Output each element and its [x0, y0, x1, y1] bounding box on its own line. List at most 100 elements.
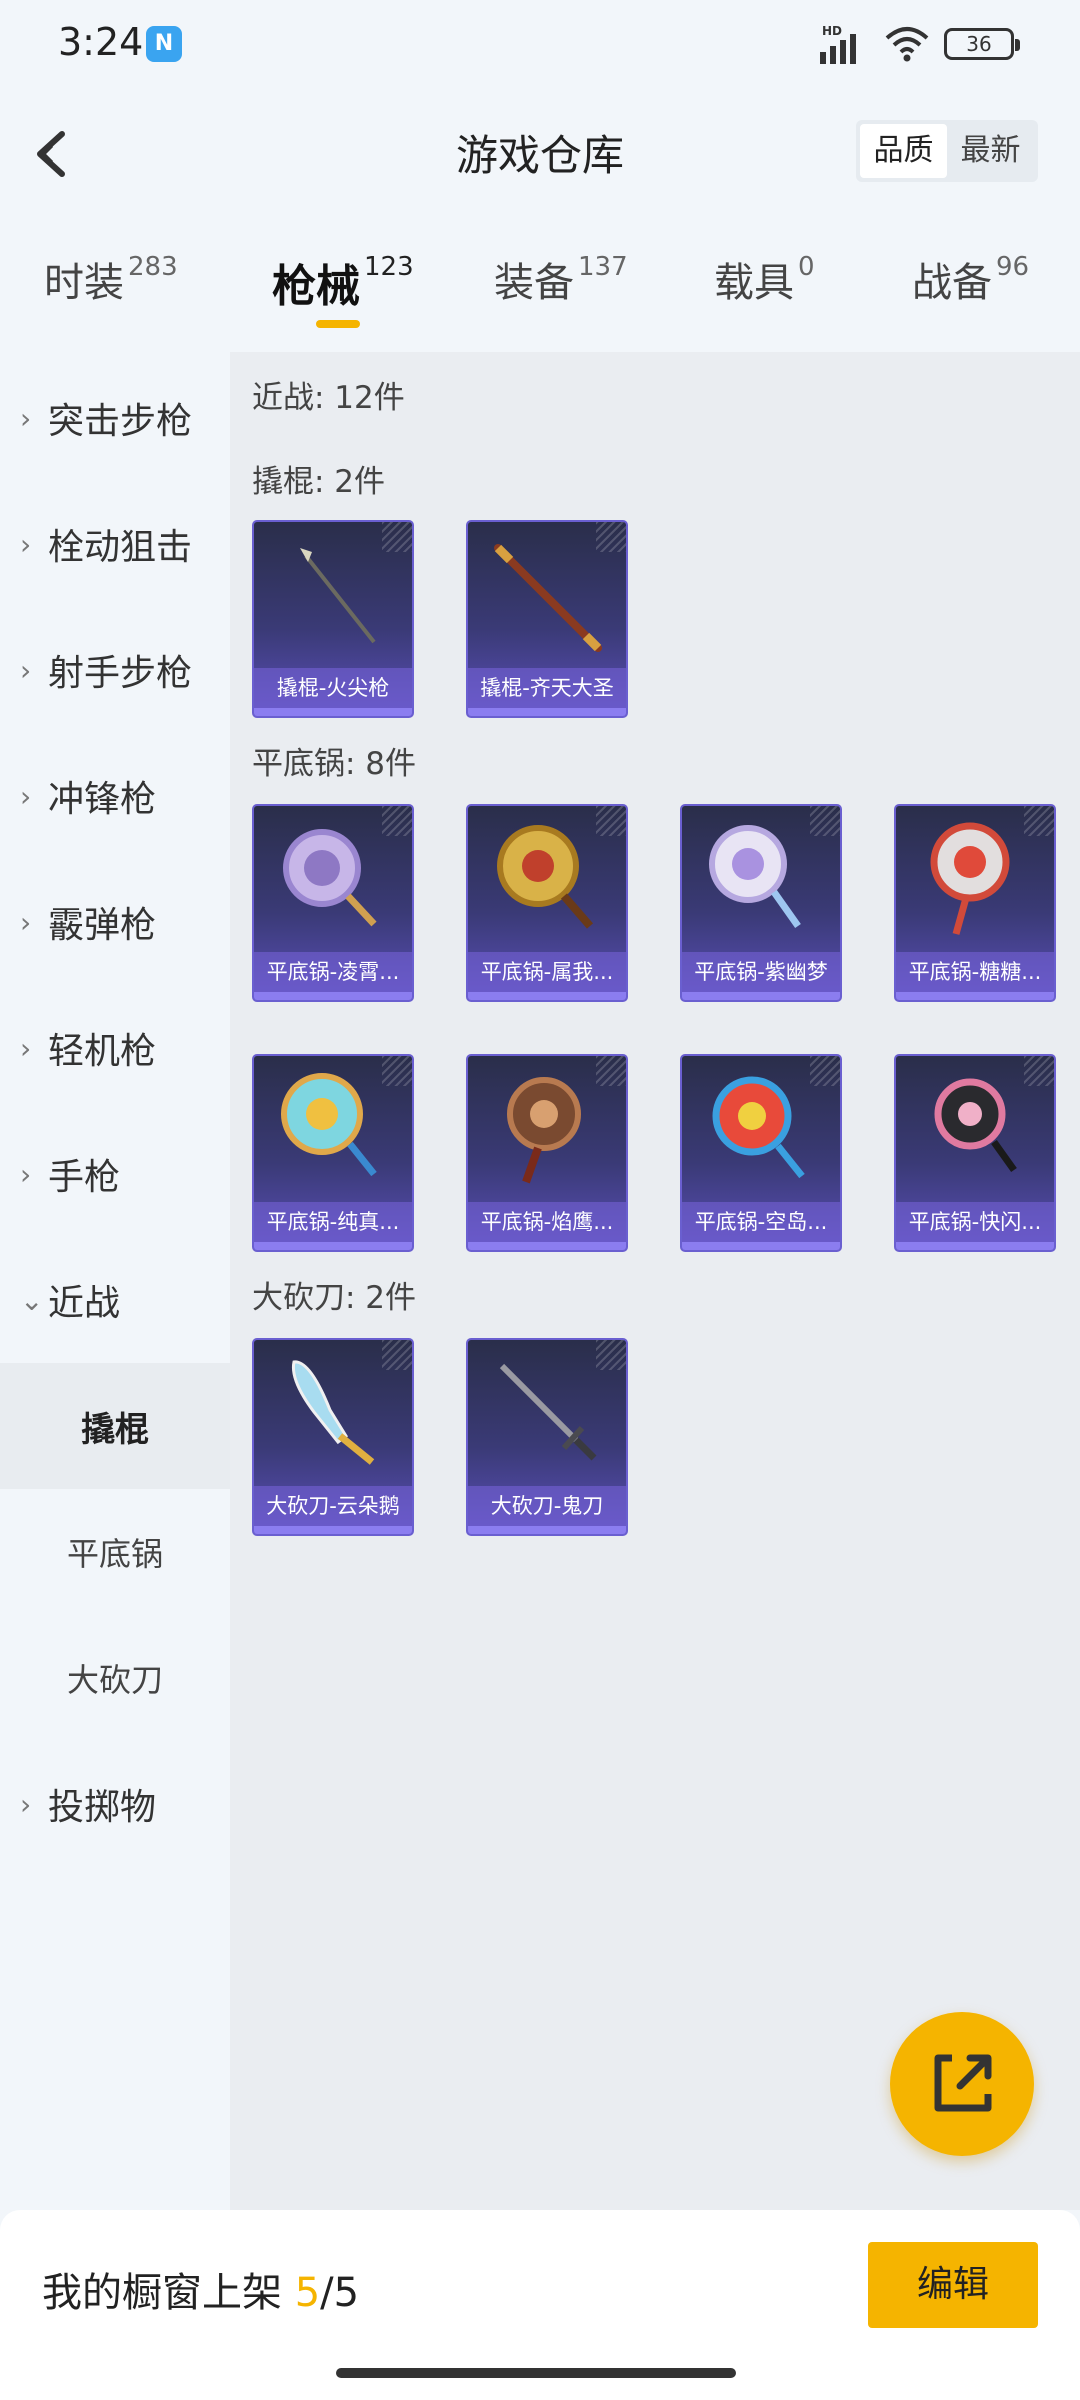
sidebar-sub-machete[interactable]: 大砍刀: [0, 1615, 230, 1741]
chevron-right-icon: ›: [20, 779, 32, 813]
tab-battle-gear[interactable]: 战备 96: [912, 250, 1029, 308]
sidebar-item-label: 手枪: [48, 1157, 121, 1198]
section-header-crowbar: 撬棍: 2件: [252, 464, 386, 500]
sidebar-sub-pan[interactable]: 平底锅: [0, 1489, 230, 1615]
item-card[interactable]: 撬棍-齐天大圣: [466, 520, 628, 718]
rarity-bar: [468, 992, 626, 1000]
chevron-right-icon: ›: [20, 527, 32, 561]
sidebar-item-lmg[interactable]: › 轻机枪: [0, 985, 230, 1111]
item-name: 撬棍-火尖枪: [254, 668, 412, 708]
edit-button[interactable]: 编辑: [868, 2242, 1038, 2328]
item-card[interactable]: 平底锅-空岛...: [680, 1054, 842, 1252]
sort-latest-button[interactable]: 最新: [947, 124, 1034, 178]
item-card[interactable]: 平底锅-紫幽梦: [680, 804, 842, 1002]
item-name: 撬棍-齐天大圣: [468, 668, 626, 708]
sidebar-item-throwables[interactable]: › 投掷物: [0, 1741, 230, 1867]
tab-count: 283: [128, 252, 178, 282]
tab-firearms[interactable]: 枪械 123: [272, 250, 414, 314]
spear-icon: [300, 548, 376, 644]
tab-fashion[interactable]: 时装 283: [44, 250, 178, 308]
item-name: 平底锅-快闪...: [896, 1202, 1054, 1242]
signal-icon: HD: [820, 24, 870, 64]
item-card[interactable]: 平底锅-凌霄...: [252, 804, 414, 1002]
chevron-right-icon: ›: [20, 401, 32, 435]
item-card[interactable]: 平底锅-属我...: [466, 804, 628, 1002]
sidebar-item-label: 突击步枪: [48, 401, 193, 442]
showcase-label: 我的橱窗上架: [42, 2270, 295, 2316]
home-indicator[interactable]: [336, 2368, 736, 2378]
pan-icon: [497, 825, 594, 929]
sidebar-item-melee[interactable]: ⌄ 近战: [0, 1237, 230, 1363]
tab-label: 枪械: [272, 261, 360, 312]
item-name: 平底锅-纯真...: [254, 1202, 412, 1242]
showcase-current-count: 5: [294, 2270, 321, 2316]
staff-icon: [494, 544, 602, 652]
sidebar-item-smg[interactable]: › 冲锋枪: [0, 733, 230, 859]
rarity-bar: [682, 1242, 840, 1250]
rarity-bar: [254, 1242, 412, 1250]
chevron-down-icon: ⌄: [20, 1283, 44, 1317]
tab-count: 0: [798, 252, 815, 282]
sort-quality-button[interactable]: 品质: [860, 124, 947, 178]
sidebar-item-marksman-rifle[interactable]: › 射手步枪: [0, 607, 230, 733]
rarity-bar: [254, 992, 412, 1000]
blade-icon: [291, 1360, 375, 1465]
top-header: 游戏仓库 品质 最新: [0, 100, 1080, 210]
sidebar-item-label: 近战: [48, 1283, 121, 1324]
item-name: 平底锅-紫幽梦: [682, 952, 840, 992]
rarity-bar: [254, 1526, 412, 1534]
external-link-icon: [934, 2054, 992, 2112]
pan-icon: [709, 825, 801, 929]
sidebar-item-label: 冲锋枪: [48, 779, 157, 820]
sidebar-item-bolt-sniper[interactable]: › 栓动狙击: [0, 481, 230, 607]
wifi-icon: [885, 27, 929, 62]
rarity-bar: [682, 992, 840, 1000]
tab-equipment[interactable]: 装备 137: [494, 250, 628, 308]
item-card[interactable]: 平底锅-糖糖...: [894, 804, 1056, 1002]
active-tab-indicator: [316, 320, 360, 328]
battery-icon: 36: [944, 28, 1020, 60]
rarity-bar: [468, 708, 626, 716]
tab-label: 装备: [494, 260, 574, 306]
rarity-bar: [468, 1526, 626, 1534]
tab-vehicles[interactable]: 载具 0: [714, 250, 815, 308]
sidebar-sub-crowbar[interactable]: 撬棍: [0, 1363, 230, 1489]
item-card[interactable]: 平底锅-纯真...: [252, 1054, 414, 1252]
tab-label: 战备: [912, 260, 992, 306]
pan-icon: [934, 1078, 1017, 1173]
showcase-status: 我的橱窗上架 5/5: [42, 2260, 359, 2318]
pan-icon: [507, 1077, 581, 1184]
status-right: HD 36: [820, 24, 1020, 64]
sidebar-item-label: 栓动狙击: [48, 527, 193, 568]
item-card[interactable]: 撬棍-火尖枪: [252, 520, 414, 718]
item-card[interactable]: 平底锅-快闪...: [894, 1054, 1056, 1252]
item-name: 平底锅-凌霄...: [254, 952, 412, 992]
chevron-right-icon: ›: [20, 653, 32, 687]
item-name: 大砍刀-云朵鹅: [254, 1486, 412, 1526]
item-name: 平底锅-属我...: [468, 952, 626, 992]
sidebar-item-assault-rifle[interactable]: › 突击步枪: [0, 355, 230, 481]
category-tabs: 时装 283 枪械 123 装备 137 载具 0 战备 96: [0, 250, 1080, 340]
sidebar-item-label: 射手步枪: [48, 653, 193, 694]
sidebar-item-shotgun[interactable]: › 霰弹枪: [0, 859, 230, 985]
item-card[interactable]: 大砍刀-鬼刀: [466, 1338, 628, 1536]
tab-count: 123: [364, 252, 414, 282]
pan-icon: [281, 1073, 377, 1177]
showcase-total-count: /5: [320, 2270, 360, 2316]
chevron-right-icon: ›: [20, 1157, 32, 1191]
status-time: 3:24: [58, 20, 144, 64]
sidebar-item-label: 投掷物: [48, 1787, 157, 1828]
share-fab-button[interactable]: [890, 2012, 1034, 2156]
tab-count: 137: [578, 252, 628, 282]
sidebar-item-label: 轻机枪: [48, 1031, 157, 1072]
item-card[interactable]: 平底锅-焰鹰...: [466, 1054, 628, 1252]
sidebar-item-pistol[interactable]: › 手枪: [0, 1111, 230, 1237]
item-name: 大砍刀-鬼刀: [468, 1486, 626, 1526]
chevron-right-icon: ›: [20, 1787, 32, 1821]
item-grid-area: 近战: 12件 撬棍: 2件 撬棍-火尖枪 撬棍-齐天大圣 平底锅: 8件 平底…: [230, 352, 1080, 2210]
chevron-right-icon: ›: [20, 1031, 32, 1065]
pan-icon: [712, 1076, 805, 1179]
nfc-icon: N: [146, 26, 182, 62]
section-header-pan: 平底锅: 8件: [252, 746, 417, 782]
item-card[interactable]: 大砍刀-云朵鹅: [252, 1338, 414, 1536]
